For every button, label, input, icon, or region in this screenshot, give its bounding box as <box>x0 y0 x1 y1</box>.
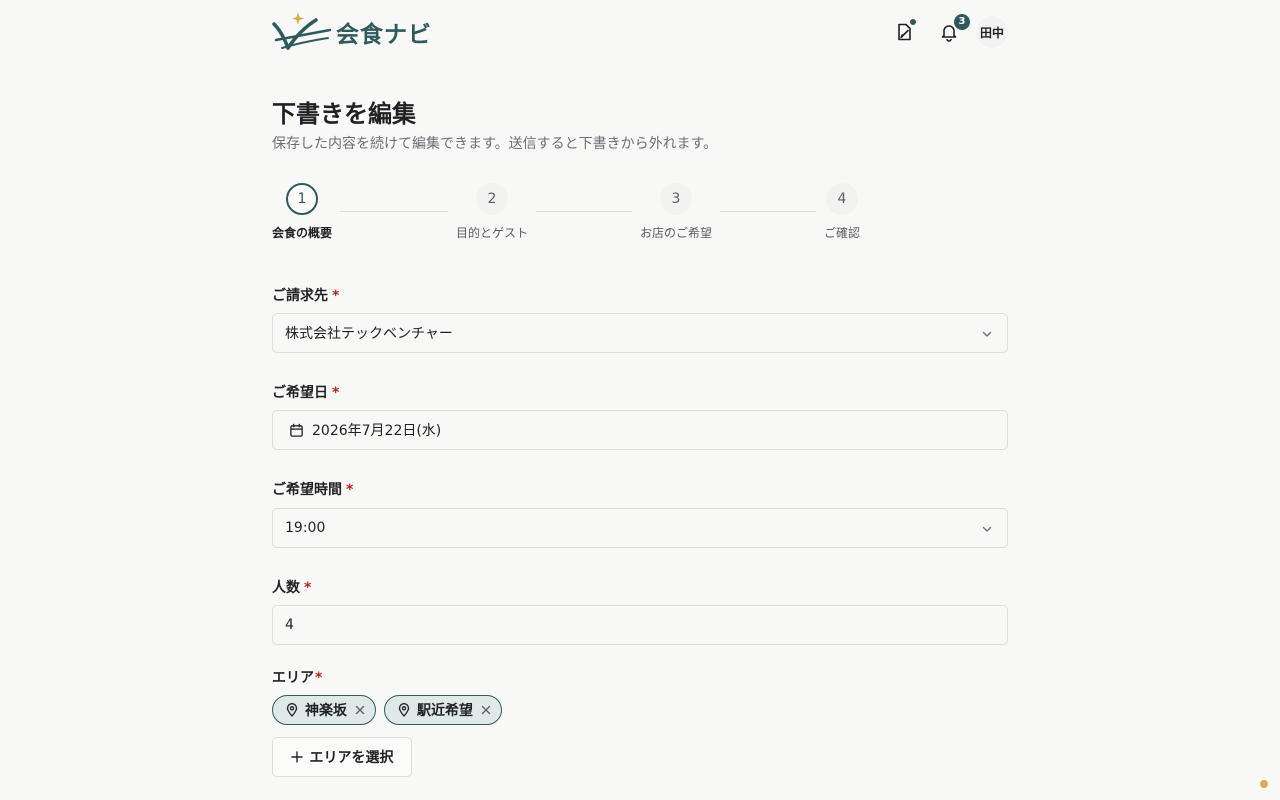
date-value: 2026年7月22日(水) <box>312 423 442 439</box>
chevron-down-icon <box>982 331 992 337</box>
people-label-text: 人数 <box>272 580 300 596</box>
required-mark: * <box>332 385 340 401</box>
step-connector <box>536 211 632 212</box>
area-chip-label: 駅近希望 <box>417 703 473 719</box>
billing-label-text: ご請求先 <box>272 288 328 304</box>
area-label: エリア* <box>272 667 322 687</box>
brand-mark-icon <box>272 12 332 50</box>
step-4-label: ご確認 <box>824 226 861 240</box>
time-value: 19:00 <box>285 520 326 536</box>
area-chip: 駅近希望 <box>384 695 502 725</box>
step-connector <box>340 211 448 212</box>
people-value: 4 <box>285 617 294 633</box>
time-label: ご希望時間 * <box>272 479 353 499</box>
draft-indicator-dot <box>909 18 917 26</box>
billing-value: 株式会社テックベンチャー <box>285 326 453 342</box>
close-icon[interactable] <box>481 705 491 715</box>
required-mark: * <box>346 482 354 498</box>
time-label-text: ご希望時間 <box>272 482 342 498</box>
brand-logo[interactable]: 会食ナビ <box>272 10 432 52</box>
required-mark: * <box>315 670 323 686</box>
page-subtitle: 保存した内容を続けて編集できます。送信すると下書きから外れます。 <box>272 136 718 152</box>
close-icon[interactable] <box>355 705 365 715</box>
date-picker[interactable]: 2026年7月22日(水) <box>272 410 1008 450</box>
step-1-label: 会食の概要 <box>272 226 333 240</box>
required-mark: * <box>304 580 312 596</box>
step-3[interactable]: 3 お店のご希望 <box>640 183 712 241</box>
user-avatar[interactable]: 田中 <box>976 16 1008 48</box>
calendar-icon <box>289 423 304 438</box>
step-4-circle: 4 <box>826 183 858 215</box>
progress-stepper: 1 会食の概要 2 目的とゲスト 3 お店のご希望 4 ご確認 <box>272 183 872 243</box>
step-3-label: お店のご希望 <box>640 226 713 240</box>
header-actions: 3 田中 <box>878 14 1008 48</box>
chevron-down-icon <box>982 526 992 532</box>
select-area-label: エリアを選択 <box>309 750 394 766</box>
step-2[interactable]: 2 目的とゲスト <box>456 183 528 241</box>
step-1[interactable]: 1 会食の概要 <box>272 183 332 241</box>
notification-count-badge: 3 <box>954 14 970 30</box>
billing-select[interactable]: 株式会社テックベンチャー <box>272 313 1008 353</box>
app-header: 会食ナビ 3 田中 <box>272 10 1008 54</box>
step-2-circle: 2 <box>476 183 508 215</box>
billing-label: ご請求先 * <box>272 285 339 305</box>
area-chip: 神楽坂 <box>272 695 376 725</box>
notifications-button[interactable]: 3 <box>932 14 970 48</box>
time-select[interactable]: 19:00 <box>272 508 1008 548</box>
required-mark: * <box>332 288 340 304</box>
page-title: 下書きを編集 <box>272 100 416 128</box>
area-label-text: エリア <box>272 670 314 686</box>
drafts-button[interactable] <box>888 16 922 48</box>
step-4[interactable]: 4 ご確認 <box>824 183 860 241</box>
step-1-circle: 1 <box>286 183 318 215</box>
date-label: ご希望日 * <box>272 382 339 402</box>
step-2-label: 目的とゲスト <box>456 226 529 240</box>
people-input[interactable]: 4 <box>272 605 1008 645</box>
brand-name: 会食ナビ <box>336 21 432 48</box>
map-pin-icon <box>285 703 299 717</box>
step-3-circle: 3 <box>660 183 692 215</box>
area-chip-label: 神楽坂 <box>305 703 347 719</box>
plus-icon <box>290 751 303 763</box>
status-indicator-dot <box>1260 780 1268 788</box>
date-label-text: ご希望日 <box>272 385 328 401</box>
step-connector <box>720 211 816 212</box>
people-label: 人数 * <box>272 577 311 597</box>
area-chip-list: 神楽坂 駅近希望 <box>272 695 510 725</box>
select-area-button[interactable]: エリアを選択 <box>272 737 412 777</box>
map-pin-icon <box>397 703 411 717</box>
